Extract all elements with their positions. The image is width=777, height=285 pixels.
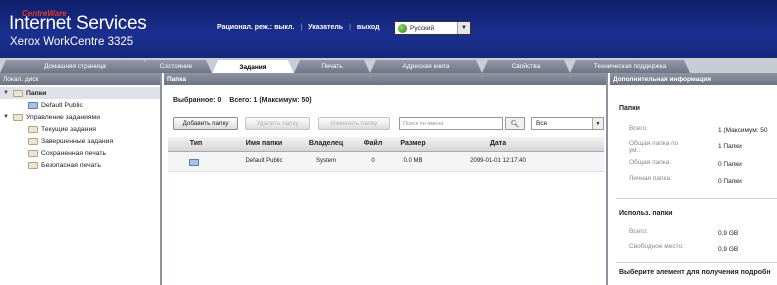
folders-section-title: Папки [619, 105, 640, 112]
row-files: 0 [371, 158, 375, 164]
language-select[interactable]: Русский ▼ [394, 21, 471, 35]
row-size: 0.0 MB [403, 158, 423, 164]
language-value: Русский [410, 24, 435, 32]
column-size[interactable]: Размер [392, 140, 434, 147]
delete-folder-button[interactable]: Удалить папку [245, 117, 310, 130]
table-header: Тип Имя папки Владелец Файл Размер Дата [168, 137, 604, 152]
left-panel: Локал. диск ▼ Папки Default Public ▼ Упр… [0, 73, 162, 285]
info-value: 1 (Максимум: 50 [718, 127, 768, 134]
column-files[interactable]: Файл [358, 140, 388, 147]
expand-icon[interactable]: ▼ [3, 90, 9, 96]
table-row[interactable]: Default Public System 0 0.0 MB 2099-01-0… [168, 152, 604, 172]
chevron-down-icon: ▼ [592, 118, 603, 129]
info-value: 0.9 GB [718, 246, 739, 253]
scope-select[interactable]: Все ▼ [531, 117, 604, 130]
search-button[interactable]: 🔍︎ [505, 117, 525, 130]
globe-icon [398, 23, 407, 33]
folder-icon [28, 149, 38, 157]
tree-item-label: Безопасная печать [41, 161, 101, 169]
info-panel: Дополнительная информация Папки Всего: 1… [610, 73, 777, 285]
tree-item-default-public[interactable]: Default Public [0, 99, 160, 111]
tab-properties[interactable]: Свойства [482, 60, 570, 73]
row-date: 2099-01-01 12:17:40 [470, 158, 526, 164]
left-panel-title: Локал. диск [0, 73, 160, 85]
row-name: Default Public [245, 158, 283, 164]
tab-address-book[interactable]: Адресная книга [370, 60, 482, 73]
main-tabs: Домашняя страница Состояние Задания Печа… [0, 58, 777, 73]
tab-jobs[interactable]: Задания [212, 60, 294, 74]
column-type[interactable]: Тип [176, 140, 216, 147]
search-icon: 🔍︎ [510, 120, 520, 128]
tab-home[interactable]: Домашняя страница [0, 60, 150, 73]
energy-mode-link[interactable]: Рационал. реж.: выкл. [217, 24, 294, 31]
tab-status[interactable]: Состояние [140, 60, 212, 73]
details-hint: Выберите элемент для получения подробн [619, 269, 771, 276]
usage-section-title: Использ. папки [619, 210, 673, 217]
total-count: Всего: 1 (Максимум: 50) [229, 97, 312, 104]
app-header: CentreWare Internet Services Xerox WorkC… [0, 0, 777, 58]
tree-item-completed-jobs[interactable]: Завершенные задания [0, 135, 160, 147]
tree-item-label: Сохраненная печать [41, 149, 107, 157]
folder-icon [28, 137, 38, 145]
tree-item-label: Текущие задания [41, 125, 96, 133]
info-value: 0 Папки [718, 178, 742, 185]
scope-value: Все [536, 120, 548, 127]
column-owner[interactable]: Владелец [298, 140, 354, 147]
info-value: 0.9 GB [718, 230, 739, 237]
header-links: Рационал. реж.: выкл. | Указатель | выхо… [217, 24, 380, 31]
info-label: Общая папка: [629, 159, 672, 166]
section-divider [616, 262, 777, 263]
tree-item-stored-print[interactable]: Сохраненная печать [0, 147, 160, 159]
edit-folder-button[interactable]: Изменить папку [318, 117, 390, 130]
search-input[interactable]: Поиск по имени [399, 117, 503, 130]
tree-item-label: Default Public [41, 101, 83, 109]
logout-link[interactable]: выход [357, 24, 380, 31]
folder-icon [13, 113, 23, 121]
index-link[interactable]: Указатель [308, 24, 343, 31]
folder-icon [28, 161, 38, 169]
tree-item-label: Завершенные задания [41, 137, 114, 145]
center-panel-title: Папка [164, 73, 606, 85]
device-name: Xerox WorkCentre 3325 [10, 36, 134, 48]
chevron-down-icon: ▼ [457, 22, 470, 34]
tree-item-folders[interactable]: ▼ Папки [0, 87, 160, 99]
folder-table: Тип Имя папки Владелец Файл Размер Дата … [168, 137, 604, 172]
info-value: 0 Папки [718, 161, 742, 168]
info-label: Личная папка: [629, 175, 672, 182]
tree-item-job-management[interactable]: ▼ Управление заданиями [0, 111, 160, 123]
folder-icon [28, 101, 38, 109]
row-owner: System [315, 158, 336, 164]
column-name[interactable]: Имя папки [234, 140, 294, 147]
folder-tree: ▼ Папки Default Public ▼ Управление зада… [0, 85, 160, 171]
tree-item-secure-print[interactable]: Безопасная печать [0, 159, 160, 171]
info-panel-title: Дополнительная информация [610, 73, 777, 85]
tree-item-active-jobs[interactable]: Текущие задания [0, 123, 160, 135]
selected-count: Выбранное: 0 [173, 97, 222, 104]
tab-support[interactable]: Техническая поддержка [570, 60, 690, 73]
tree-item-label: Папки [26, 89, 47, 97]
info-label: Всего: [629, 228, 648, 235]
brand-title: Internet Services [9, 13, 147, 34]
section-divider [616, 198, 777, 199]
tab-print[interactable]: Печать [294, 60, 370, 73]
link-separator: | [349, 24, 351, 31]
expand-icon[interactable]: ▼ [3, 114, 9, 120]
folder-icon [189, 159, 199, 166]
info-value: 1 Папки [718, 143, 742, 150]
selection-summary: Выбранное: 0 Всего: 1 (Максимум: 50) [173, 97, 318, 104]
column-date[interactable]: Дата [468, 140, 528, 147]
info-label: Общая папка по ум.: [629, 140, 679, 154]
info-label: Свободное место: [629, 243, 684, 250]
folder-icon [28, 125, 38, 133]
info-label: Всего: [629, 125, 648, 132]
link-separator: | [300, 24, 303, 31]
folder-toolbar: Добавить папку Удалить папку Изменить па… [173, 117, 605, 131]
add-folder-button[interactable]: Добавить папку [173, 117, 238, 130]
folder-icon [13, 89, 23, 97]
tree-item-label: Управление заданиями [26, 113, 101, 121]
center-panel: Папка Выбранное: 0 Всего: 1 (Максимум: 5… [164, 73, 608, 285]
